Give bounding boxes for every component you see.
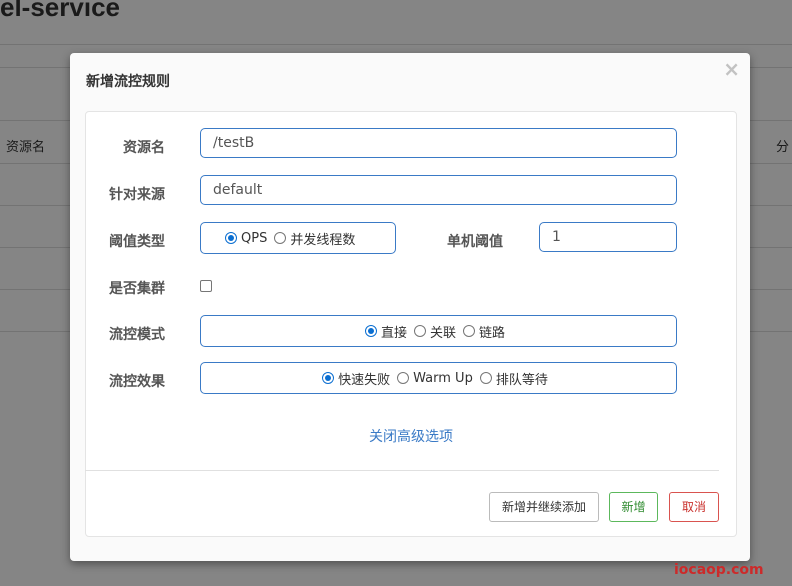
radio-chain[interactable]: 链路 — [463, 322, 505, 341]
origin-label: 针对来源 — [109, 187, 165, 203]
cluster-label: 是否集群 — [109, 281, 165, 297]
add-flow-rule-dialog: 新增流控规则 × 资源名 /testB 针对来源 default 阈值类型 QP… — [70, 53, 750, 561]
add-and-continue-button[interactable]: 新增并继续添加 — [489, 492, 599, 522]
radio-checked-icon[interactable] — [322, 372, 335, 384]
radio-fail-fast[interactable]: 快速失败 — [322, 369, 390, 388]
radio-queue-label: 排队等待 — [495, 372, 548, 388]
toggle-advanced-link[interactable]: 关闭高级选项 — [86, 426, 736, 446]
flow-effect-group: 快速失败 Warm Up 排队等待 — [200, 362, 677, 394]
watermark: iocaop.com — [674, 562, 764, 578]
flow-mode-group: 直接 关联 链路 — [200, 315, 677, 347]
footer-divider — [85, 470, 719, 471]
radio-unchecked-icon[interactable] — [463, 325, 475, 337]
flow-effect-label: 流控效果 — [109, 374, 165, 390]
resource-input[interactable]: /testB — [200, 128, 677, 158]
radio-checked-icon[interactable] — [225, 232, 237, 244]
resource-label: 资源名 — [123, 140, 165, 156]
radio-qps[interactable]: QPS — [225, 231, 267, 246]
radio-direct[interactable]: 直接 — [364, 322, 407, 341]
add-button[interactable]: 新增 — [609, 492, 658, 522]
radio-relate-label: 关联 — [429, 325, 456, 341]
cluster-checkbox[interactable] — [200, 280, 212, 292]
radio-checked-icon[interactable] — [364, 325, 377, 337]
dialog-form: 资源名 /testB 针对来源 default 阈值类型 QPS 并发线程数 单… — [85, 111, 737, 537]
flow-mode-label: 流控模式 — [109, 327, 165, 343]
radio-warm-up[interactable]: Warm Up — [397, 371, 473, 386]
radio-unchecked-icon[interactable] — [274, 232, 287, 244]
radio-unchecked-icon[interactable] — [397, 372, 410, 384]
radio-qps-label: QPS — [241, 230, 268, 246]
radio-unchecked-icon[interactable] — [479, 372, 492, 384]
cancel-button[interactable]: 取消 — [669, 492, 719, 522]
radio-unchecked-icon[interactable] — [413, 325, 426, 337]
radio-thread-count-label: 并发线程数 — [290, 232, 356, 248]
radio-queue[interactable]: 排队等待 — [479, 369, 548, 388]
radio-chain-label: 链路 — [479, 325, 506, 341]
radio-thread-count[interactable]: 并发线程数 — [274, 229, 355, 248]
origin-input[interactable]: default — [200, 175, 677, 205]
single-threshold-input[interactable]: 1 — [539, 222, 677, 252]
close-icon[interactable]: × — [723, 59, 740, 79]
threshold-type-label: 阈值类型 — [109, 234, 165, 250]
dialog-title: 新增流控规则 — [86, 74, 170, 90]
radio-warm-up-label: Warm Up — [413, 370, 473, 386]
radio-relate[interactable]: 关联 — [413, 322, 456, 341]
single-threshold-label: 单机阈值 — [447, 234, 503, 250]
radio-direct-label: 直接 — [380, 325, 407, 341]
threshold-type-group: QPS 并发线程数 — [200, 222, 396, 254]
radio-fail-fast-label: 快速失败 — [338, 372, 391, 388]
